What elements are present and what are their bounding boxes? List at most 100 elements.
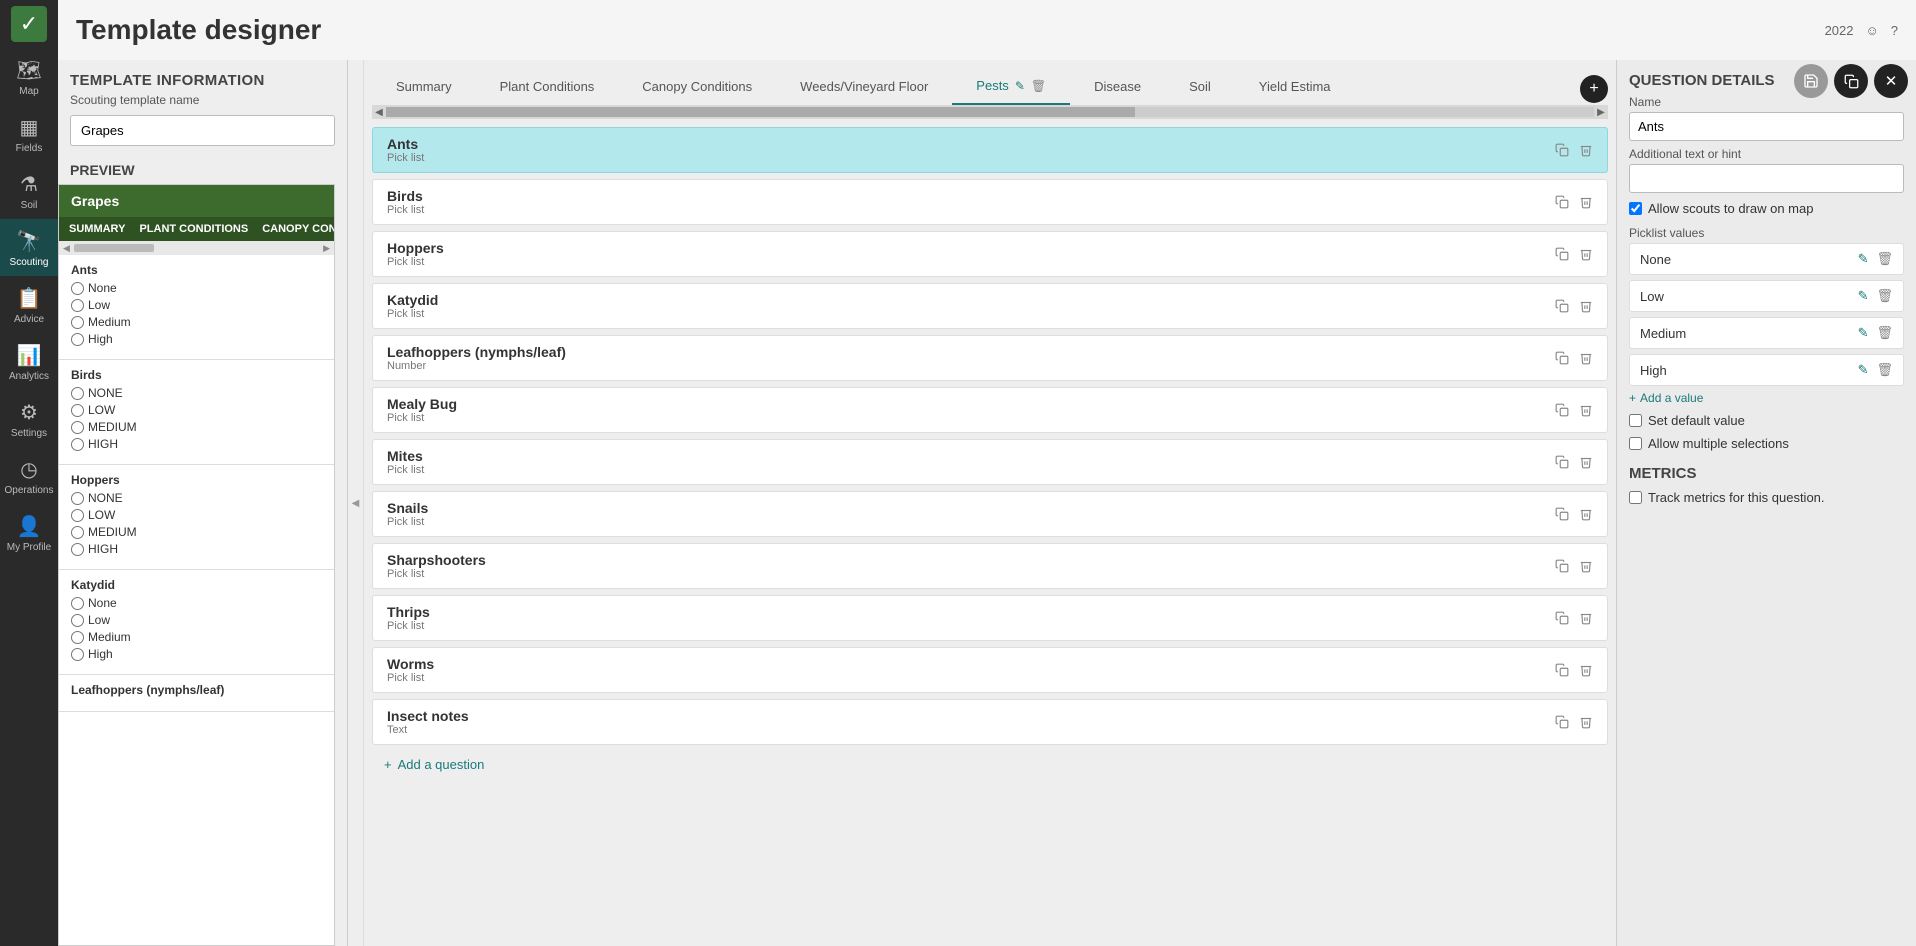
close-button[interactable]: ✕ — [1874, 64, 1908, 98]
question-row[interactable]: KatydidPick list — [372, 283, 1608, 329]
duplicate-button[interactable] — [1834, 64, 1868, 98]
preview-option[interactable]: NONE — [71, 386, 322, 400]
question-row[interactable]: ThripsPick list — [372, 595, 1608, 641]
trash-icon[interactable] — [1579, 611, 1593, 625]
section-tab-disease[interactable]: Disease — [1070, 72, 1165, 105]
section-tab-canopy-conditions[interactable]: Canopy Conditions — [618, 72, 776, 105]
trash-icon[interactable] — [1579, 507, 1593, 521]
trash-icon[interactable]: 🗑 — [1031, 79, 1046, 93]
section-tab-yield-estima[interactable]: Yield Estima — [1235, 72, 1355, 105]
preview-option[interactable]: HIGH — [71, 542, 322, 556]
add-question-button[interactable]: +Add a question — [372, 751, 1608, 778]
section-tab-pests[interactable]: Pests✎🗑 — [952, 72, 1070, 105]
preview-option[interactable]: Low — [71, 613, 322, 627]
copy-icon[interactable] — [1555, 455, 1569, 469]
copy-icon[interactable] — [1555, 195, 1569, 209]
question-row[interactable]: BirdsPick list — [372, 179, 1608, 225]
copy-icon[interactable] — [1555, 351, 1569, 365]
preview-tab[interactable]: CANOPY CON — [262, 223, 334, 235]
nav-item-analytics[interactable]: 📊Analytics — [0, 333, 58, 390]
preview-tab[interactable]: SUMMARY — [69, 223, 125, 235]
pencil-icon[interactable]: ✎ — [1858, 362, 1869, 378]
template-name-input[interactable] — [70, 115, 335, 146]
trash-icon[interactable] — [1579, 715, 1593, 729]
help-icon[interactable]: ? — [1891, 23, 1898, 38]
question-row[interactable]: AntsPick list — [372, 127, 1608, 173]
details-name-input[interactable] — [1629, 112, 1904, 141]
pencil-icon[interactable]: ✎ — [1015, 79, 1025, 93]
copy-icon[interactable] — [1555, 507, 1569, 521]
nav-item-map[interactable]: 🗺Map — [0, 48, 58, 105]
trash-icon[interactable] — [1579, 299, 1593, 313]
trash-icon[interactable]: 🗑 — [1876, 325, 1893, 341]
trash-icon[interactable] — [1579, 195, 1593, 209]
set-default-checkbox[interactable] — [1629, 414, 1642, 427]
save-button[interactable] — [1794, 64, 1828, 98]
question-row[interactable]: Insect notesText — [372, 699, 1608, 745]
question-row[interactable]: WormsPick list — [372, 647, 1608, 693]
copy-icon[interactable] — [1555, 247, 1569, 261]
preview-option[interactable]: Medium — [71, 315, 322, 329]
section-tab-summary[interactable]: Summary — [372, 72, 476, 105]
copy-icon[interactable] — [1555, 611, 1569, 625]
add-tab-button[interactable]: + — [1580, 75, 1608, 103]
preview-option[interactable]: None — [71, 596, 322, 610]
preview-option[interactable]: LOW — [71, 508, 322, 522]
copy-icon[interactable] — [1555, 715, 1569, 729]
trash-icon[interactable] — [1579, 663, 1593, 677]
copy-icon[interactable] — [1555, 663, 1569, 677]
preview-option[interactable]: HIGH — [71, 437, 322, 451]
preview-scroll-indicator[interactable]: ◀▶ — [59, 241, 334, 255]
nav-item-soil[interactable]: ⚗Soil — [0, 162, 58, 219]
preview-option[interactable]: High — [71, 647, 322, 661]
copy-icon[interactable] — [1555, 299, 1569, 313]
section-tab-soil[interactable]: Soil — [1165, 72, 1235, 105]
resize-handle-left[interactable]: ◀ — [348, 60, 364, 946]
trash-icon[interactable] — [1579, 403, 1593, 417]
track-metrics-checkbox[interactable] — [1629, 491, 1642, 504]
question-row[interactable]: SnailsPick list — [372, 491, 1608, 537]
nav-item-advice[interactable]: 📋Advice — [0, 276, 58, 333]
section-tab-weeds-vineyard-floor[interactable]: Weeds/Vineyard Floor — [776, 72, 952, 105]
question-row[interactable]: Mealy BugPick list — [372, 387, 1608, 433]
copy-icon[interactable] — [1555, 403, 1569, 417]
nav-item-fields[interactable]: ▦Fields — [0, 105, 58, 162]
section-tab-plant-conditions[interactable]: Plant Conditions — [476, 72, 619, 105]
trash-icon[interactable]: 🗑 — [1876, 251, 1893, 267]
trash-icon[interactable] — [1579, 455, 1593, 469]
preview-option[interactable]: Low — [71, 298, 322, 312]
pencil-icon[interactable]: ✎ — [1858, 251, 1869, 267]
nav-item-operations[interactable]: ◷Operations — [0, 447, 58, 504]
trash-icon[interactable]: 🗑 — [1876, 362, 1893, 378]
copy-icon[interactable] — [1555, 559, 1569, 573]
nav-item-scouting[interactable]: 🔭Scouting — [0, 219, 58, 276]
feedback-icon[interactable]: ☺ — [1865, 23, 1878, 38]
pencil-icon[interactable]: ✎ — [1858, 288, 1869, 304]
trash-icon[interactable]: 🗑 — [1876, 288, 1893, 304]
nav-item-settings[interactable]: ⚙Settings — [0, 390, 58, 447]
preview-tab[interactable]: PLANT CONDITIONS — [139, 223, 248, 235]
details-hint-input[interactable] — [1629, 164, 1904, 193]
preview-option[interactable]: High — [71, 332, 322, 346]
trash-icon[interactable] — [1579, 143, 1593, 157]
preview-option[interactable]: MEDIUM — [71, 420, 322, 434]
preview-option[interactable]: Medium — [71, 630, 322, 644]
copy-icon[interactable] — [1555, 143, 1569, 157]
question-row[interactable]: MitesPick list — [372, 439, 1608, 485]
question-row[interactable]: HoppersPick list — [372, 231, 1608, 277]
trash-icon[interactable] — [1579, 351, 1593, 365]
question-row[interactable]: SharpshootersPick list — [372, 543, 1608, 589]
nav-item-my-profile[interactable]: 👤My Profile — [0, 504, 58, 561]
tabs-scrollbar[interactable]: ◀ ▶ — [372, 105, 1608, 119]
trash-icon[interactable] — [1579, 247, 1593, 261]
trash-icon[interactable] — [1579, 559, 1593, 573]
preview-option[interactable]: LOW — [71, 403, 322, 417]
allow-draw-checkbox[interactable] — [1629, 202, 1642, 215]
preview-option[interactable]: NONE — [71, 491, 322, 505]
pencil-icon[interactable]: ✎ — [1858, 325, 1869, 341]
allow-multiple-checkbox[interactable] — [1629, 437, 1642, 450]
preview-option[interactable]: None — [71, 281, 322, 295]
question-row[interactable]: Leafhoppers (nymphs/leaf)Number — [372, 335, 1608, 381]
add-picklist-value[interactable]: + Add a value — [1629, 391, 1904, 405]
preview-option[interactable]: MEDIUM — [71, 525, 322, 539]
